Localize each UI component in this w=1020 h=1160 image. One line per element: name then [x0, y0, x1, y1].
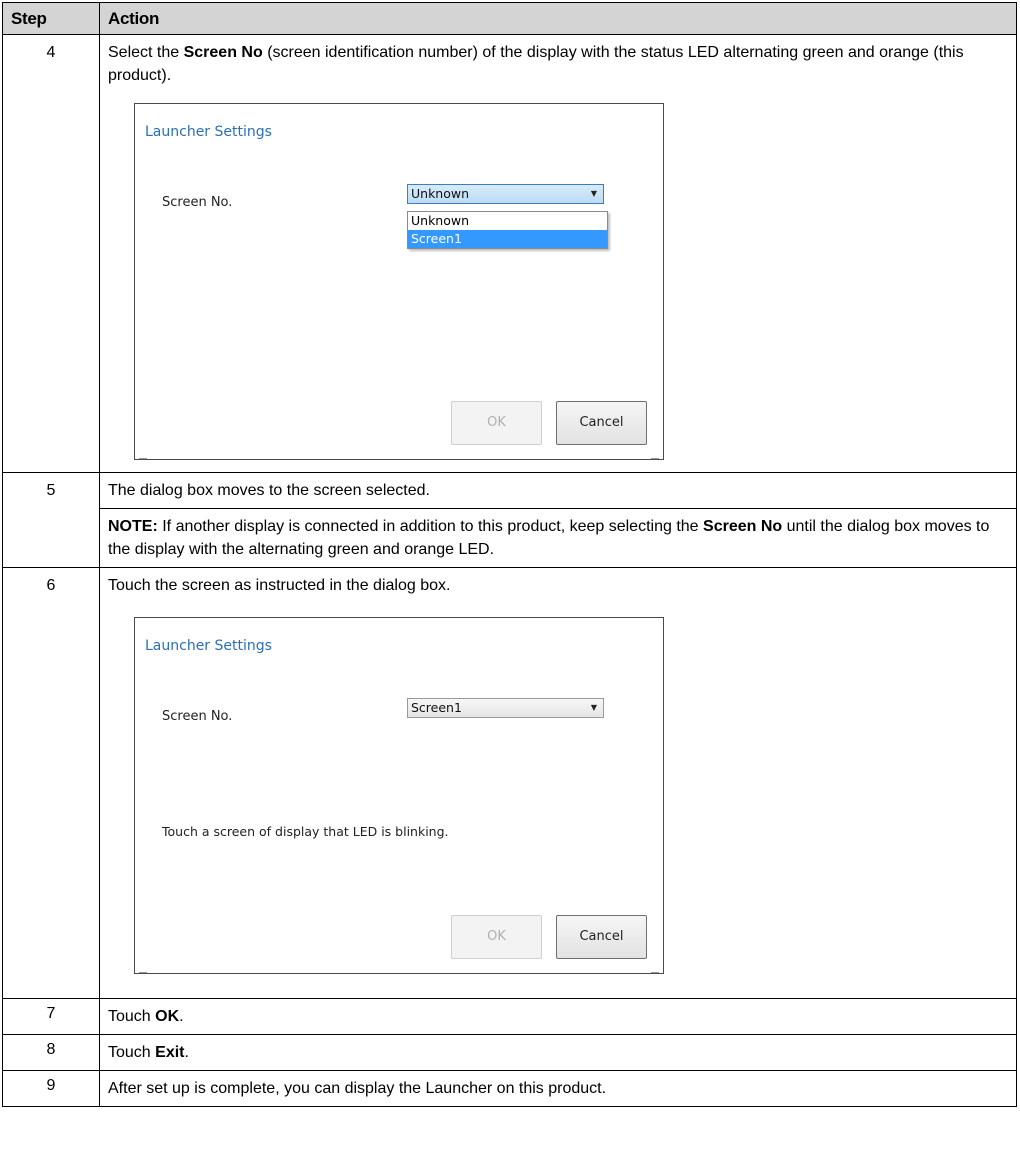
- table-row: 6 Touch the screen as instructed in the …: [2, 567, 1017, 999]
- step-note: NOTE: If another display is connected in…: [100, 508, 1016, 567]
- ok-button[interactable]: OK: [451, 401, 542, 445]
- step-number: 4: [2, 34, 100, 473]
- step-number: 5: [2, 472, 100, 568]
- step-action: The dialog box moves to the screen selec…: [99, 472, 1017, 568]
- step-action: Touch the screen as instructed in the di…: [99, 567, 1017, 999]
- dialog-title: Launcher Settings: [145, 638, 272, 654]
- ok-button[interactable]: OK: [451, 915, 542, 959]
- step-number: 7: [2, 998, 100, 1035]
- table-row: 9 After set up is complete, you can disp…: [2, 1070, 1017, 1107]
- resize-notch: [651, 458, 659, 459]
- dropdown-list: Unknown Screen1: [407, 211, 608, 249]
- screen-no-dropdown[interactable]: Screen1 ▼: [407, 698, 604, 718]
- cancel-button[interactable]: Cancel: [556, 915, 647, 959]
- dropdown-option-screen1[interactable]: Screen1: [408, 230, 607, 248]
- step-number: 6: [2, 567, 100, 999]
- ui-term: Screen No: [703, 518, 783, 535]
- screen-no-label: Screen No.: [162, 195, 233, 210]
- resize-notch: [651, 972, 659, 973]
- header-step: Step: [2, 2, 100, 35]
- dropdown-value: Unknown: [411, 186, 470, 201]
- dropdown-value: Screen1: [411, 700, 462, 715]
- triangle-down-icon: ▼: [590, 703, 597, 712]
- dialog-title: Launcher Settings: [145, 124, 272, 140]
- ui-term: OK: [155, 1008, 180, 1025]
- note-label: NOTE:: [108, 518, 158, 535]
- table-row: 5 The dialog box moves to the screen sel…: [2, 472, 1017, 568]
- ui-term: Screen No: [183, 44, 263, 61]
- dropdown-option-unknown[interactable]: Unknown: [408, 212, 607, 230]
- screen-no-dropdown[interactable]: Unknown ▼: [407, 184, 604, 204]
- step-action: Touch Exit.: [99, 1034, 1017, 1071]
- cancel-button[interactable]: Cancel: [556, 401, 647, 445]
- instruction-message: Touch a screen of display that LED is bl…: [162, 824, 449, 839]
- header-action: Action: [99, 2, 1017, 35]
- procedure-table: Step Action 4 Select the Screen No (scre…: [2, 2, 1017, 1107]
- resize-notch: [139, 458, 147, 459]
- table-row: 7 Touch OK.: [2, 998, 1017, 1035]
- launcher-settings-dialog: Launcher Settings Screen No. Screen1 ▼ T…: [134, 617, 664, 974]
- step-text: Select the Screen No (screen identificat…: [108, 44, 964, 84]
- resize-notch: [139, 972, 147, 973]
- ui-term: Exit: [155, 1044, 185, 1061]
- step-action: After set up is complete, you can displa…: [99, 1070, 1017, 1107]
- launcher-settings-dialog: Launcher Settings Screen No. Unknown ▼ U…: [134, 103, 664, 460]
- step-text: The dialog box moves to the screen selec…: [108, 482, 430, 499]
- triangle-down-icon: ▼: [590, 189, 597, 198]
- table-row: 4 Select the Screen No (screen identific…: [2, 34, 1017, 473]
- table-header-row: Step Action: [2, 2, 1017, 35]
- step-action: Touch OK.: [99, 998, 1017, 1035]
- step-text: Touch the screen as instructed in the di…: [108, 577, 451, 594]
- screen-no-label: Screen No.: [162, 709, 233, 724]
- table-row: 8 Touch Exit.: [2, 1034, 1017, 1071]
- step-action: Select the Screen No (screen identificat…: [99, 34, 1017, 473]
- step-number: 9: [2, 1070, 100, 1107]
- step-number: 8: [2, 1034, 100, 1071]
